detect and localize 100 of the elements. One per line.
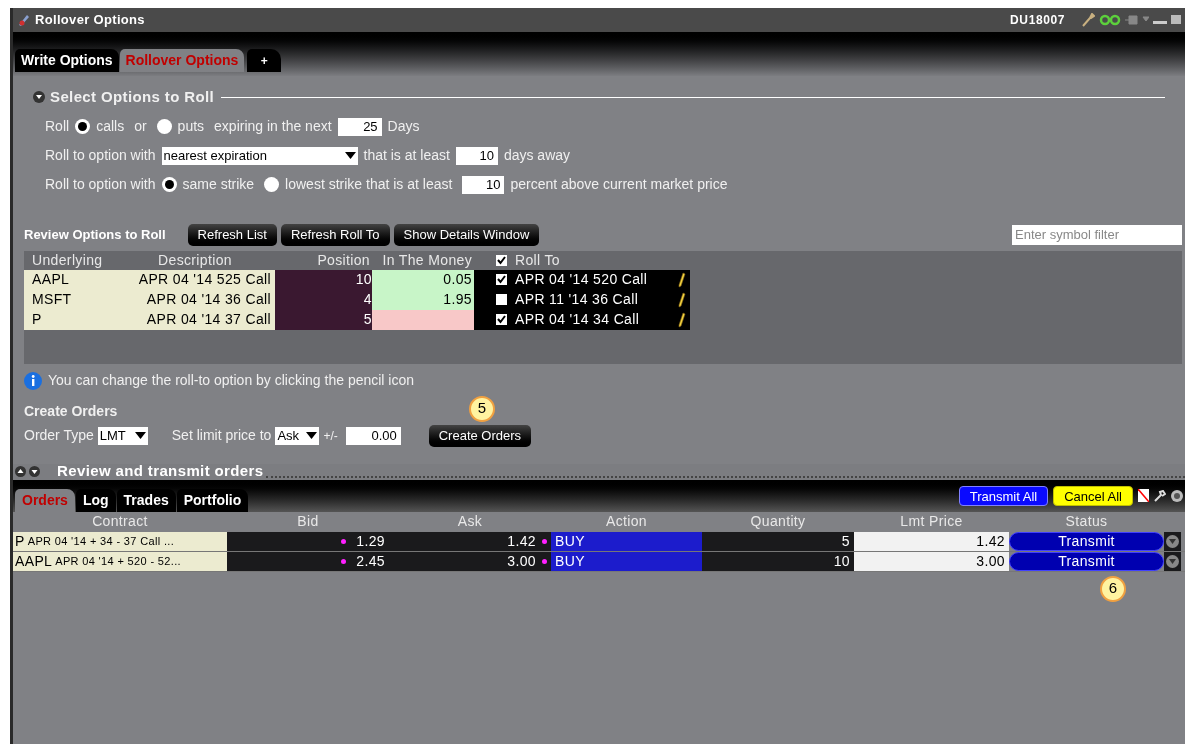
- transmit-button[interactable]: Transmit: [1009, 531, 1164, 551]
- column-header: Action: [605, 512, 648, 531]
- roll-to-label: Roll to option with: [45, 146, 156, 165]
- radio-button[interactable]: [161, 177, 177, 192]
- column-header: Position: [316, 250, 371, 270]
- expiry-label: expiring in the next: [214, 117, 332, 136]
- days-field[interactable]: 25: [337, 117, 382, 136]
- table-cell: 1.29: [227, 531, 389, 551]
- table-cell: 1.95: [372, 289, 474, 310]
- days-away-label: days away: [503, 146, 571, 165]
- table-cell: P APR 04 '14 + 34 - 37 Call ...: [13, 531, 227, 551]
- min-days-field[interactable]: 10: [455, 146, 498, 165]
- caret-icon: [344, 152, 356, 159]
- column-header: Quantity: [749, 512, 807, 531]
- table-cell: APR 04 '14 525 Call: [115, 269, 275, 290]
- checkbox[interactable]: [496, 314, 507, 325]
- table-cell: AAPL: [24, 269, 115, 290]
- radio-label: puts: [177, 117, 205, 136]
- limit-source-dropdown[interactable]: Ask: [275, 426, 320, 445]
- table-cell: 1.42: [389, 531, 551, 551]
- column-header: Bid: [296, 512, 320, 531]
- radio-button[interactable]: [264, 177, 280, 192]
- caret-icon: [306, 432, 318, 439]
- table-cell: 1.42: [854, 531, 1009, 551]
- tab[interactable]: Log: [75, 488, 116, 512]
- toolbar-button[interactable]: Refresh List: [187, 223, 277, 246]
- pencil-icon[interactable]: [678, 271, 686, 288]
- section-title: Create Orders: [24, 401, 119, 421]
- expiration-dropdown[interactable]: nearest expiration: [161, 146, 358, 165]
- table-cell: APR 04 '14 37 Call: [115, 309, 275, 330]
- roll-to-cell-text: APR 04 '14 34 Call: [515, 310, 641, 329]
- document-icon[interactable]: [1138, 489, 1149, 502]
- table-cell: 0.05: [372, 269, 474, 290]
- limit-price-label: Set limit price to: [171, 426, 272, 445]
- column-header: Roll To: [515, 250, 560, 270]
- checkbox[interactable]: [496, 254, 507, 266]
- account-id: DU18007: [1010, 12, 1065, 29]
- section-title: Select Options to Roll: [50, 87, 215, 107]
- table-cell: BUY: [551, 531, 702, 551]
- table-cell: 10: [275, 269, 372, 290]
- step-callout: 6: [1100, 575, 1126, 602]
- checkbox[interactable]: [496, 294, 507, 305]
- transmit-all-button[interactable]: Transmit All: [958, 485, 1049, 506]
- tab[interactable]: Trades: [116, 488, 176, 512]
- pencil-icon[interactable]: [678, 311, 686, 328]
- order-type-label: Order Type: [24, 426, 94, 445]
- tab[interactable]: Write Options: [15, 49, 119, 72]
- caret-icon: [134, 432, 146, 439]
- radio-button[interactable]: [156, 119, 172, 134]
- radio-label: same strike: [182, 175, 255, 194]
- add-tab-button[interactable]: +: [247, 49, 282, 72]
- info-text: You can change the roll-to option by clicking the pencil icon: [48, 371, 415, 390]
- roll-to-cell-text: APR 11 '14 36 Call: [515, 290, 640, 309]
- section-title: Review and transmit orders: [57, 461, 264, 482]
- offset-field[interactable]: 0.00: [345, 426, 401, 445]
- expand-up-icon[interactable]: [15, 466, 26, 477]
- percent-field[interactable]: 10: [462, 175, 505, 194]
- table-cell: 5: [275, 309, 372, 330]
- percent-label: percent above current market price: [510, 175, 728, 194]
- table-cell: APR 04 '14 36 Call: [115, 289, 275, 310]
- help-icon[interactable]: [1171, 489, 1183, 502]
- days-label: Days: [387, 117, 420, 136]
- toolbar-button[interactable]: Create Orders: [428, 424, 532, 447]
- table-cell: P: [24, 309, 115, 330]
- checkbox[interactable]: [496, 274, 507, 285]
- radio-label: calls: [96, 117, 125, 136]
- wrench-icon[interactable]: [1154, 489, 1166, 502]
- roll-to-cell-text: APR 04 '14 520 Call: [515, 270, 649, 289]
- table-cell: 4: [275, 289, 372, 310]
- radio-label: lowest strike that is at least: [285, 175, 453, 194]
- min-days-label: that is at least: [363, 146, 450, 165]
- pin-icon[interactable]: [1125, 15, 1149, 25]
- collapse-down-icon[interactable]: [29, 466, 40, 477]
- window-title: Rollover Options: [35, 11, 145, 30]
- pencil-icon[interactable]: [678, 291, 686, 308]
- step-callout: 5: [469, 395, 495, 422]
- info-icon: [24, 371, 42, 390]
- column-header: Description: [157, 250, 233, 270]
- roll-label: Roll: [45, 117, 70, 136]
- link-icon[interactable]: [1099, 14, 1121, 26]
- table-cell: 5: [702, 531, 854, 551]
- column-header: Underlying: [31, 250, 104, 270]
- section-title: Review Options to Roll: [24, 225, 166, 244]
- radio-button[interactable]: [75, 119, 91, 134]
- order-type-dropdown[interactable]: LMT: [97, 426, 148, 445]
- toolbar-button[interactable]: Refresh Roll To: [280, 223, 390, 246]
- collapse-toggle-icon[interactable]: [33, 91, 45, 104]
- offset-label: +/-: [323, 427, 338, 445]
- table-cell: MSFT: [24, 289, 115, 310]
- tab[interactable]: Portfolio: [176, 488, 249, 512]
- app-icon: [17, 13, 31, 27]
- column-header: Lmt Price: [899, 512, 964, 531]
- symbol-filter-field[interactable]: Enter symbol filter: [1012, 224, 1182, 245]
- or-label: or: [134, 117, 147, 136]
- column-header: In The Money: [381, 250, 473, 270]
- cancel-all-button[interactable]: Cancel All: [1053, 485, 1133, 506]
- column-header: Contract: [91, 512, 149, 531]
- maximize-icon[interactable]: [1171, 15, 1181, 25]
- toolbar-button[interactable]: Show Details Window: [393, 223, 540, 246]
- column-header: Ask: [456, 512, 484, 531]
